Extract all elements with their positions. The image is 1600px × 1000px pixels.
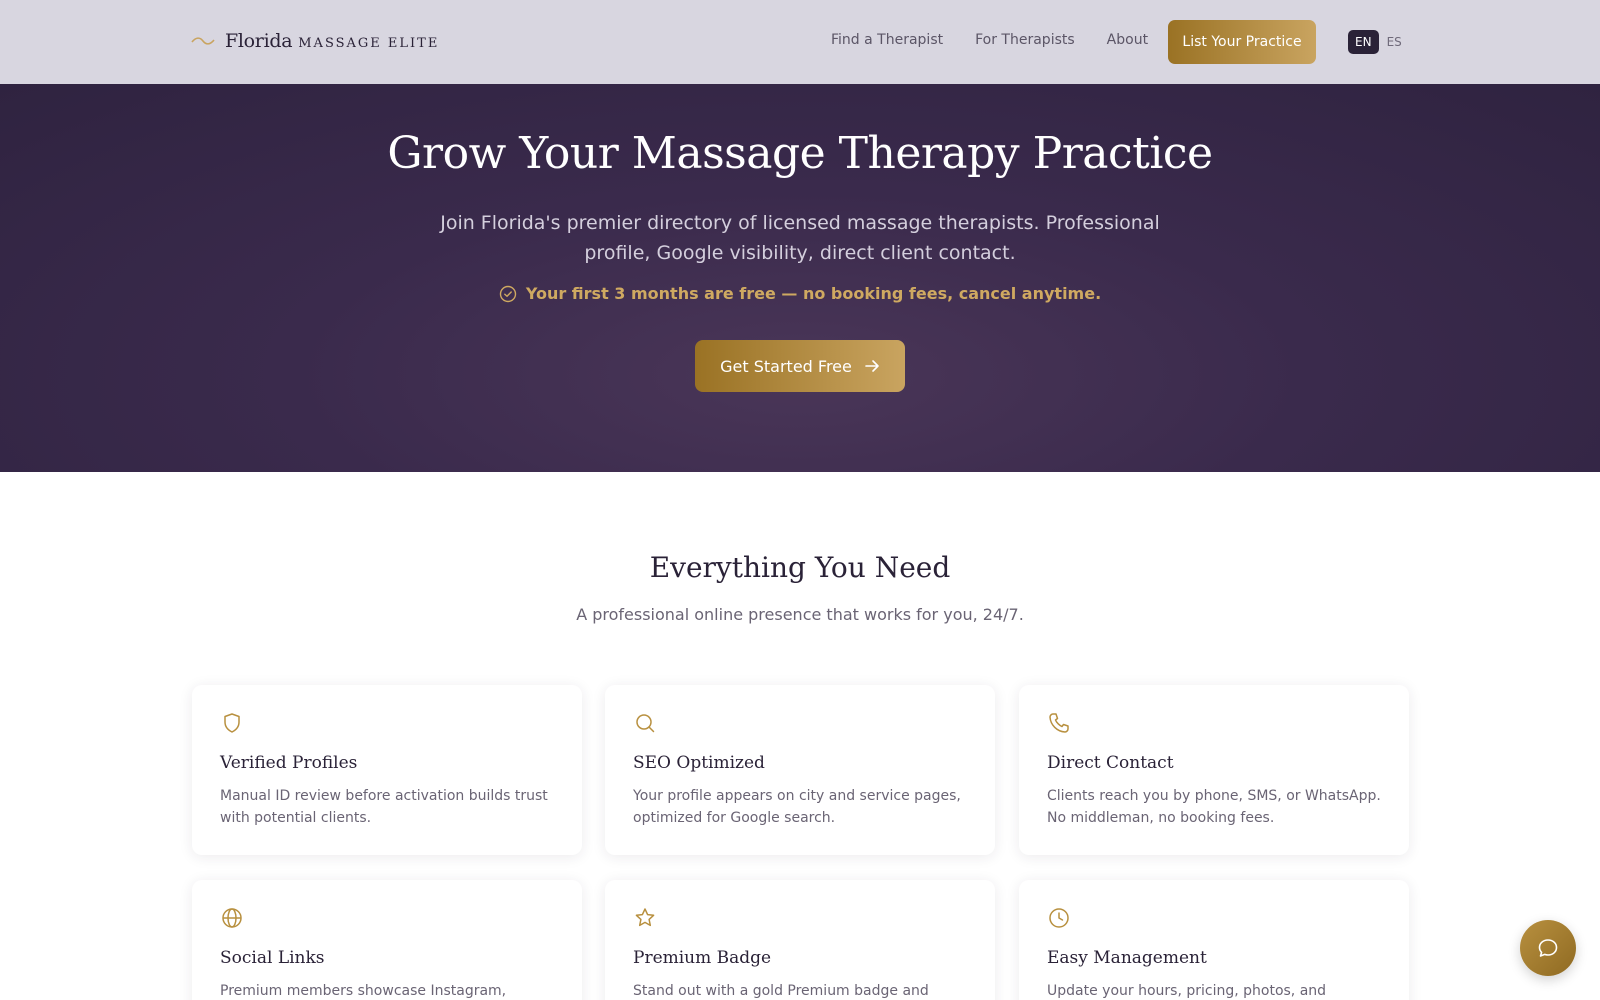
feature-title: Premium Badge	[633, 948, 772, 968]
lang-es-button[interactable]: ES	[1379, 30, 1410, 54]
nav-links: Find a Therapist For Therapists About	[831, 32, 1148, 48]
search-icon	[636, 714, 655, 733]
top-nav: Florida MASSAGE ELITE Find a Therapist F…	[0, 0, 1600, 84]
list-your-practice-button[interactable]: List Your Practice	[1168, 20, 1316, 64]
feature-card-easy-management: Easy Management Update your hours, prici…	[1019, 880, 1409, 1000]
feature-desc: Your profile appears on city and service…	[633, 788, 961, 826]
get-started-free-button[interactable]: Get Started Free	[695, 340, 905, 392]
feature-desc: Clients reach you by phone, SMS, or What…	[1047, 788, 1381, 826]
feature-card-social-links: Social Links Premium members showcase In…	[192, 880, 582, 1000]
feature-desc: Premium members showcase Instagram, Face…	[220, 983, 507, 999]
star-icon	[635, 908, 655, 927]
wave-icon	[191, 37, 215, 45]
nav-for-therapists[interactable]: For Therapists	[975, 32, 1075, 48]
feature-card-direct-contact: Direct Contact Clients reach you by phon…	[1019, 685, 1409, 855]
features-title: Everything You Need	[649, 551, 951, 584]
feature-desc: Stand out with a gold Premium badge and …	[633, 983, 929, 999]
clock-icon	[1049, 908, 1069, 928]
get-started-free-label: Get Started Free	[720, 356, 852, 376]
chat-bubble-icon	[1538, 939, 1558, 957]
language-switcher: EN ES	[1348, 30, 1410, 54]
hero-section: Grow Your Massage Therapy Practice Join …	[0, 84, 1600, 472]
feature-title: Social Links	[220, 948, 325, 968]
logo[interactable]: Florida MASSAGE ELITE	[191, 30, 439, 52]
logo-massage-elite: MASSAGE ELITE	[298, 36, 440, 51]
hero-title: Grow Your Massage Therapy Practice	[387, 128, 1213, 179]
logo-florida: Florida	[225, 30, 293, 52]
shield-icon	[224, 713, 240, 733]
nav-find-a-therapist[interactable]: Find a Therapist	[831, 32, 943, 48]
globe-icon	[222, 908, 242, 928]
feature-desc: Manual ID review before activation build…	[220, 788, 548, 826]
hero-subtitle: Join Florida's premier directory of lice…	[440, 212, 1160, 264]
phone-icon	[1049, 713, 1069, 733]
nav-about[interactable]: About	[1107, 32, 1148, 48]
feature-card-verified-profiles: Verified Profiles Manual ID review befor…	[192, 685, 582, 855]
feature-title: Verified Profiles	[220, 753, 358, 773]
arrow-right-icon	[865, 360, 879, 372]
feature-desc: Update your hours, pricing, photos, and …	[1047, 983, 1327, 999]
feature-title: Direct Contact	[1047, 753, 1174, 773]
promo-text: Your first 3 months are free — no bookin…	[525, 284, 1102, 303]
feature-title: SEO Optimized	[633, 753, 765, 773]
feature-card-premium-badge: Premium Badge Stand out with a gold Prem…	[605, 880, 995, 1000]
chat-button[interactable]	[1520, 920, 1576, 976]
feature-title: Easy Management	[1047, 948, 1207, 968]
check-circle-icon	[499, 285, 517, 302]
features-subtitle: A professional online presence that work…	[576, 605, 1024, 624]
promo-line: Your first 3 months are free — no bookin…	[0, 284, 1600, 303]
lang-en-button[interactable]: EN	[1348, 30, 1379, 54]
feature-card-seo-optimized: SEO Optimized Your profile appears on ci…	[605, 685, 995, 855]
